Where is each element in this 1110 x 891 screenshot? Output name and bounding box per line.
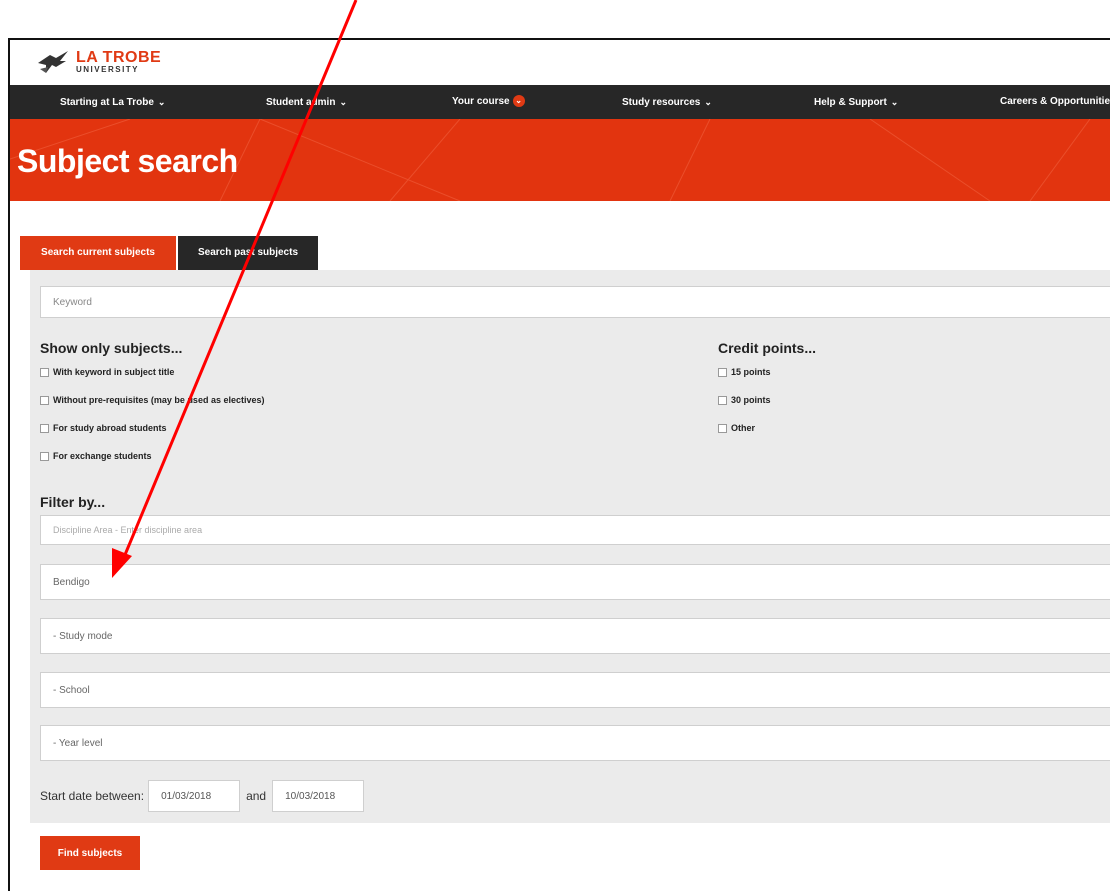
filter-heading: Filter by... <box>40 494 106 510</box>
start-date-to-input[interactable]: 10/03/2018 <box>272 780 365 812</box>
discipline-input[interactable]: Discipline Area - Enter discipline area <box>40 515 1110 545</box>
chevron-down-icon: ⌄ <box>890 97 899 107</box>
option-study-abroad[interactable]: For study abroad students <box>40 423 167 433</box>
page-title: Subject search <box>17 143 238 179</box>
tab-current-subjects[interactable]: Search current subjects <box>20 236 176 278</box>
option-without-prereq[interactable]: Without pre-requisites (may be used as e… <box>40 395 264 405</box>
option-label: 15 points <box>731 367 771 377</box>
nav-item-help-support[interactable]: Help & Support ⌄ <box>814 85 898 119</box>
date-range-row: Start date between: 01/03/2018 and 10/03… <box>40 780 365 812</box>
date-range-label: Start date between: <box>40 789 145 803</box>
option-15-points[interactable]: 15 points <box>718 367 771 377</box>
checkbox[interactable] <box>40 451 49 461</box>
search-panel: Keyword Show only subjects... With keywo… <box>30 270 1110 870</box>
brand-subname: UNIVERSITY <box>76 65 140 74</box>
show-only-heading: Show only subjects... <box>40 340 183 356</box>
nav-item-starting[interactable]: Starting at La Trobe ⌄ <box>60 85 165 119</box>
chevron-down-icon: ⌄ <box>704 97 712 107</box>
campus-select[interactable]: Bendigo <box>40 564 1110 600</box>
option-label: For study abroad students <box>53 423 167 433</box>
bird-logo-icon <box>38 51 68 73</box>
option-30-points[interactable]: 30 points <box>718 395 771 405</box>
nav-item-study-resources[interactable]: Study resources ⌄ <box>622 85 712 119</box>
credit-points-heading: Credit points... <box>718 340 816 356</box>
option-label: Without pre-requisites (may be used as e… <box>53 395 265 405</box>
year-level-select[interactable]: - Year level <box>40 725 1110 761</box>
start-date-from-input[interactable]: 01/03/2018 <box>148 780 241 812</box>
study-mode-select[interactable]: - Study mode <box>40 618 1110 654</box>
nav-label: Careers & Opportunities <box>1000 96 1110 107</box>
nav-label: Help & Support <box>814 97 887 108</box>
main-nav: Starting at La Trobe ⌄ Student admin ⌄ You… <box>10 85 1110 119</box>
hero-banner: Subject search <box>10 119 1110 201</box>
nav-label: Starting at La Trobe <box>60 97 154 108</box>
la-trobe-logo[interactable]: LA TROBE UNIVERSITY <box>36 40 161 84</box>
and-label: and <box>246 789 267 803</box>
option-exchange[interactable]: For exchange students <box>40 451 152 461</box>
school-select[interactable]: - School <box>40 672 1110 708</box>
find-subjects-button[interactable]: Find subjects <box>40 836 140 870</box>
tab-past-subjects[interactable]: Search past subjects <box>178 236 318 270</box>
checkbox[interactable] <box>40 395 49 405</box>
chevron-down-icon: ⌄ <box>339 97 347 107</box>
option-other-points[interactable]: Other <box>718 423 755 433</box>
nav-label: Study resources <box>622 97 701 108</box>
option-label: 30 points <box>731 395 771 405</box>
browser-frame: LA TROBE UNIVERSITY Starting at La Trobe… <box>8 38 1110 891</box>
nav-item-student-admin[interactable]: Student admin ⌄ <box>266 85 347 119</box>
nav-label: Your course <box>452 96 510 107</box>
chevron-down-badge-icon: ⌄ <box>512 95 525 108</box>
checkbox[interactable] <box>718 367 727 377</box>
option-keyword-in-title[interactable]: With keyword in subject title <box>40 367 174 377</box>
nav-label: Student admin <box>266 97 336 108</box>
nav-item-careers[interactable]: Careers & Opportunities <box>1000 85 1110 119</box>
option-label: Other <box>731 423 756 433</box>
option-label: With keyword in subject title <box>53 367 175 377</box>
option-label: For exchange students <box>53 451 152 461</box>
checkbox[interactable] <box>718 395 727 405</box>
brand-name: LA TROBE <box>76 49 162 66</box>
nav-item-your-course[interactable]: Your course ⌄ <box>452 85 525 119</box>
chevron-down-icon: ⌄ <box>157 97 166 107</box>
checkbox[interactable] <box>718 423 727 433</box>
checkbox[interactable] <box>40 423 49 433</box>
checkbox[interactable] <box>40 367 49 377</box>
keyword-input[interactable]: Keyword <box>40 286 1110 318</box>
